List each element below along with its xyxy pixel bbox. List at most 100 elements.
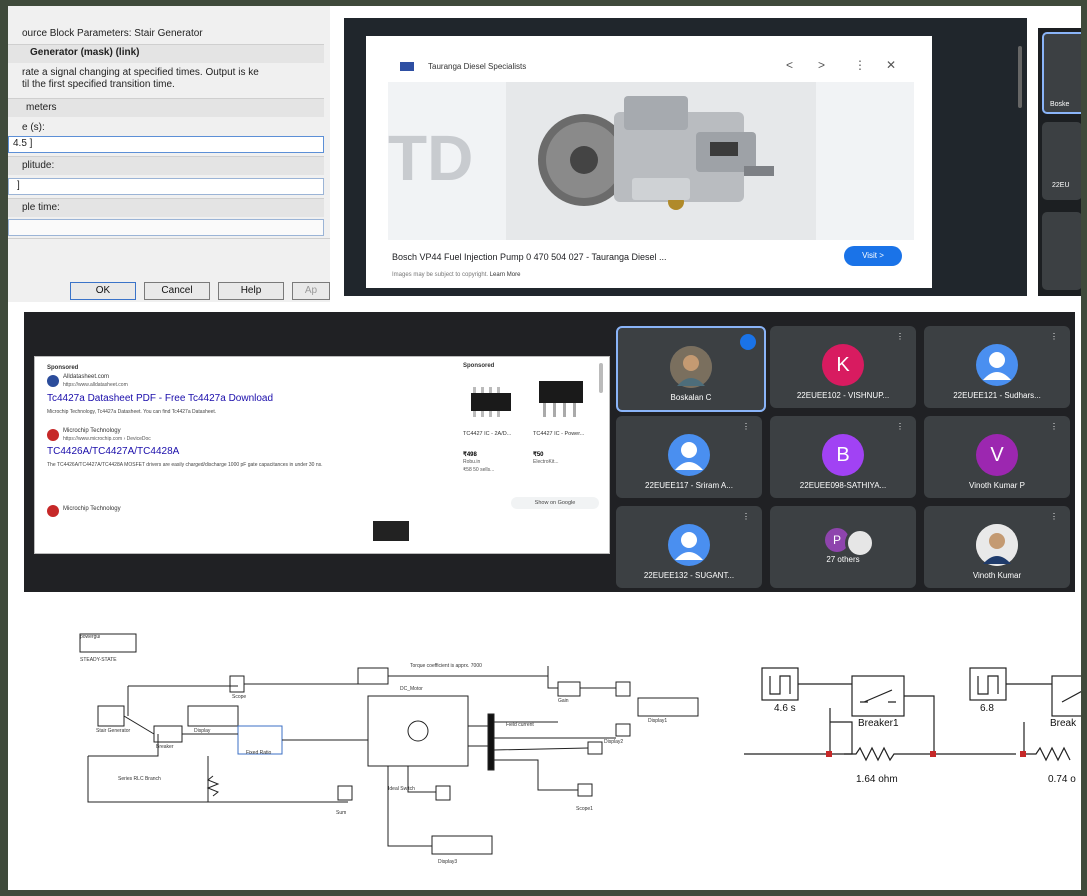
participant-name: 22EUEE098-SATHIYA...: [799, 481, 887, 490]
gain-label: Gain: [558, 698, 569, 704]
result1-url: https://www.microchip.com › DeviceDoc: [63, 436, 151, 442]
side-tile-label-2: 22EU: [1052, 182, 1070, 189]
meet-panel: Sponsored Alldatasheet.com https://www.a…: [24, 312, 1075, 592]
side-tile-3[interactable]: [1042, 212, 1081, 290]
participant-name: 22EUEE132 - SUGANT...: [643, 571, 735, 580]
ad-description: Microchip Technology, Tc4427a Datasheet.…: [47, 409, 217, 415]
participant-name: Vinoth Kumar P: [969, 481, 1025, 490]
dip-chip-image: [529, 373, 595, 429]
tile-menu-icon[interactable]: ⋮: [896, 332, 904, 341]
others-avatar-icon: [845, 528, 875, 558]
participant-tile[interactable]: ⋮ 22EUEE132 - SUGANT...: [616, 506, 762, 588]
show-more-button[interactable]: Show on Google: [511, 497, 599, 509]
participant-name: 22EUEE121 - Sudhars...: [953, 391, 1041, 400]
screenshot-collage: ource Block Parameters: Stair Generator …: [8, 6, 1081, 890]
parameters-heading: meters: [26, 102, 57, 113]
participant-tile[interactable]: B ⋮ 22EUEE098-SATHIYA...: [770, 416, 916, 498]
learn-more-link[interactable]: Learn More: [490, 272, 521, 278]
product-card-1[interactable]: TC4427 IC - 2A/D... ₹498 Robu.in ₹58 50 …: [459, 373, 525, 493]
participant-tile[interactable]: K ⋮ 22EUEE102 - VISHNUP...: [770, 326, 916, 408]
help-button[interactable]: Help: [218, 282, 284, 300]
participant-tile[interactable]: V ⋮ Vinoth Kumar P: [924, 416, 1070, 498]
next-icon[interactable]: >: [818, 58, 825, 72]
ad-url: https://www.alldatasheet.com: [63, 382, 128, 388]
tile-menu-icon[interactable]: ⋮: [1050, 512, 1058, 521]
participant-name: Vinoth Kumar: [972, 571, 1022, 580]
result1-title-link[interactable]: TC4426A/TC4427A/TC4428A: [47, 446, 179, 457]
shopping-heading: Sponsored: [463, 363, 495, 369]
side-tile-label-1: Boske: [1050, 101, 1070, 108]
time-label: e (s):: [22, 122, 45, 133]
sum-label: Sum: [336, 810, 347, 816]
tile-menu-icon[interactable]: ⋮: [742, 422, 750, 431]
steady-state-label: STEADY-STATE: [80, 657, 117, 663]
more-icon[interactable]: ⋮: [854, 58, 866, 72]
product-1-title: TC4427 IC - 2A/D...: [463, 431, 512, 437]
soic-chip-image: [459, 373, 525, 429]
block-parameters-dialog: ource Block Parameters: Stair Generator …: [8, 6, 330, 302]
cancel-button[interactable]: Cancel: [144, 282, 210, 300]
description-line-2: til the first specified transition time.: [22, 79, 175, 90]
default-avatar-icon: [976, 344, 1018, 386]
microchip-favicon-icon: [47, 429, 59, 441]
amplitude-section: [8, 156, 324, 175]
avatar: [976, 524, 1018, 566]
participant-name: 22EUEE102 - VISHNUP...: [796, 391, 890, 400]
product-card-2[interactable]: TC4427 IC - Power... ₹50 ElectroKit...: [529, 373, 595, 493]
default-avatar-icon: [668, 434, 710, 476]
dc-motor-label: DC_Motor: [400, 686, 423, 692]
dialog-title: ource Block Parameters: Stair Generator: [22, 28, 203, 39]
close-icon[interactable]: ✕: [886, 58, 896, 72]
apply-button[interactable]: Ap: [292, 282, 330, 300]
search-scrollbar[interactable]: [599, 363, 603, 393]
visit-button[interactable]: Visit >: [844, 246, 902, 266]
tile-menu-icon[interactable]: ⋮: [742, 512, 750, 521]
side-tile-2[interactable]: 22EU: [1042, 122, 1081, 200]
amplitude-field[interactable]: ]: [8, 178, 324, 195]
sponsored-label: Sponsored: [47, 365, 79, 371]
divider: [8, 238, 330, 239]
breaker-label: Breaker: [156, 744, 174, 750]
prev-icon[interactable]: <: [786, 58, 793, 72]
chip-thumbnail: [373, 521, 409, 541]
product-1-store: Robu.in: [463, 459, 481, 465]
site-favicon-icon: [400, 62, 414, 71]
breaker2-label: Break: [1050, 718, 1077, 729]
product-2-title: TC4427 IC - Power...: [533, 431, 585, 437]
participant-tile[interactable]: ⋮ 22EUEE121 - Sudhars...: [924, 326, 1070, 408]
display-label: Display: [194, 728, 211, 734]
tile-menu-icon[interactable]: ⋮: [896, 422, 904, 431]
ad-site-name: Alldatasheet.com: [63, 374, 110, 380]
scrollbar[interactable]: [1018, 46, 1022, 108]
participant-tile[interactable]: ⋮ 22EUEE117 - Sriram A...: [616, 416, 762, 498]
sample-time-field[interactable]: [8, 219, 324, 236]
sample-time-label: ple time:: [22, 202, 60, 213]
image-preview-panel: Tauranga Diesel Specialists < > ⋮ ✕ TD B…: [344, 18, 1027, 296]
pin-icon[interactable]: [740, 334, 756, 350]
description-line-1: rate a signal changing at specified time…: [22, 67, 259, 78]
copyright-note: Images may be subject to copyright. Lear…: [392, 272, 520, 278]
image-caption[interactable]: Bosch VP44 Fuel Injection Pump 0 470 504…: [392, 252, 667, 262]
scope-label: Scope: [232, 694, 247, 700]
ad-title-link[interactable]: Tc4427a Datasheet PDF - Free Tc4427a Dow…: [47, 393, 273, 404]
participant-tile[interactable]: P 27 others: [770, 506, 916, 588]
avatar: B: [822, 434, 864, 476]
shopping-panel: Sponsored TC4427 IC - 2A/D... ₹498 Robu.…: [455, 357, 609, 551]
participant-name: 22EUEE117 - Sriram A...: [645, 481, 733, 490]
microchip-favicon-icon-2: [47, 505, 59, 517]
powergui-label: powergui: [80, 634, 101, 640]
side-tile-1[interactable]: Boske: [1042, 32, 1081, 114]
ok-button[interactable]: OK: [70, 282, 136, 300]
resistor1-label: 1.64 ohm: [856, 774, 898, 785]
participant-tile[interactable]: ⋮ Vinoth Kumar: [924, 506, 1070, 588]
tile-menu-icon[interactable]: ⋮: [1050, 332, 1058, 341]
step1-time-label: 4.6 s: [774, 703, 796, 714]
result2-site: Microchip Technology: [63, 506, 121, 512]
participant-tile[interactable]: Boskalan C: [616, 326, 766, 412]
simulink-dc-motor-model: [79, 633, 699, 855]
meet-side-strip: Boske 22EU: [1038, 28, 1081, 296]
tile-menu-icon[interactable]: ⋮: [1050, 422, 1058, 431]
time-field[interactable]: 4.5 ]: [8, 136, 324, 153]
fuel-injection-pump-image: [506, 82, 816, 240]
avatar: K: [822, 344, 864, 386]
